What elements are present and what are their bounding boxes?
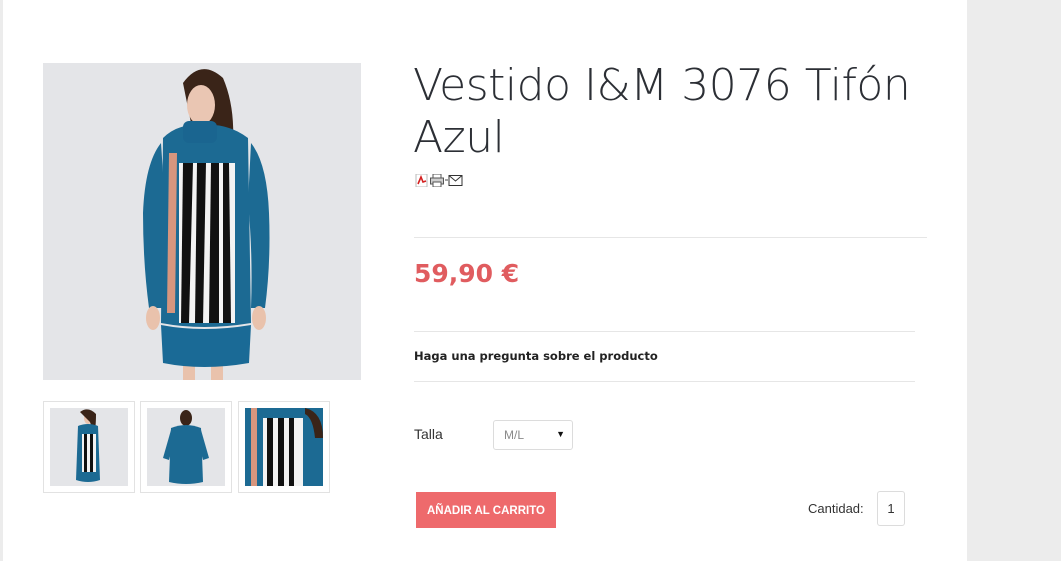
product-title: Vestido I&M 3076 Tifón Azul bbox=[413, 60, 911, 163]
thumbnail-detail-photo bbox=[245, 408, 323, 486]
dress-photo bbox=[43, 63, 361, 380]
print-icon[interactable] bbox=[430, 173, 444, 188]
dropdown-caret-icon: ▼ bbox=[556, 429, 565, 439]
thumbnail-front[interactable] bbox=[43, 401, 135, 493]
divider bbox=[414, 381, 915, 382]
product-main-image[interactable] bbox=[43, 63, 361, 380]
size-label: Talla bbox=[414, 426, 443, 442]
thumbnail-image bbox=[147, 408, 225, 486]
size-select-value: M/L bbox=[504, 428, 525, 442]
thumbnail-front-photo bbox=[50, 408, 128, 486]
divider bbox=[414, 331, 915, 332]
thumbnail-detail[interactable] bbox=[238, 401, 330, 493]
thumbnail-back[interactable] bbox=[140, 401, 232, 493]
pdf-icon[interactable] bbox=[415, 173, 429, 188]
thumbnail-image bbox=[50, 408, 128, 486]
quantity-input[interactable]: 1 bbox=[877, 491, 905, 526]
document-actions bbox=[415, 173, 463, 188]
right-sidebar bbox=[967, 0, 1061, 561]
divider bbox=[414, 237, 927, 238]
add-to-cart-button[interactable]: AÑADIR AL CARRITO bbox=[416, 492, 556, 528]
product-price: 59,90 € bbox=[414, 259, 520, 288]
thumbnail-back-photo bbox=[147, 408, 225, 486]
page-left-border bbox=[0, 0, 3, 561]
ask-question-link[interactable]: Haga una pregunta sobre el producto bbox=[414, 349, 658, 363]
size-select[interactable]: M/L ▼ bbox=[493, 420, 573, 450]
email-icon[interactable] bbox=[445, 174, 463, 187]
quantity-label: Cantidad: bbox=[808, 501, 864, 516]
thumbnail-image bbox=[245, 408, 323, 486]
